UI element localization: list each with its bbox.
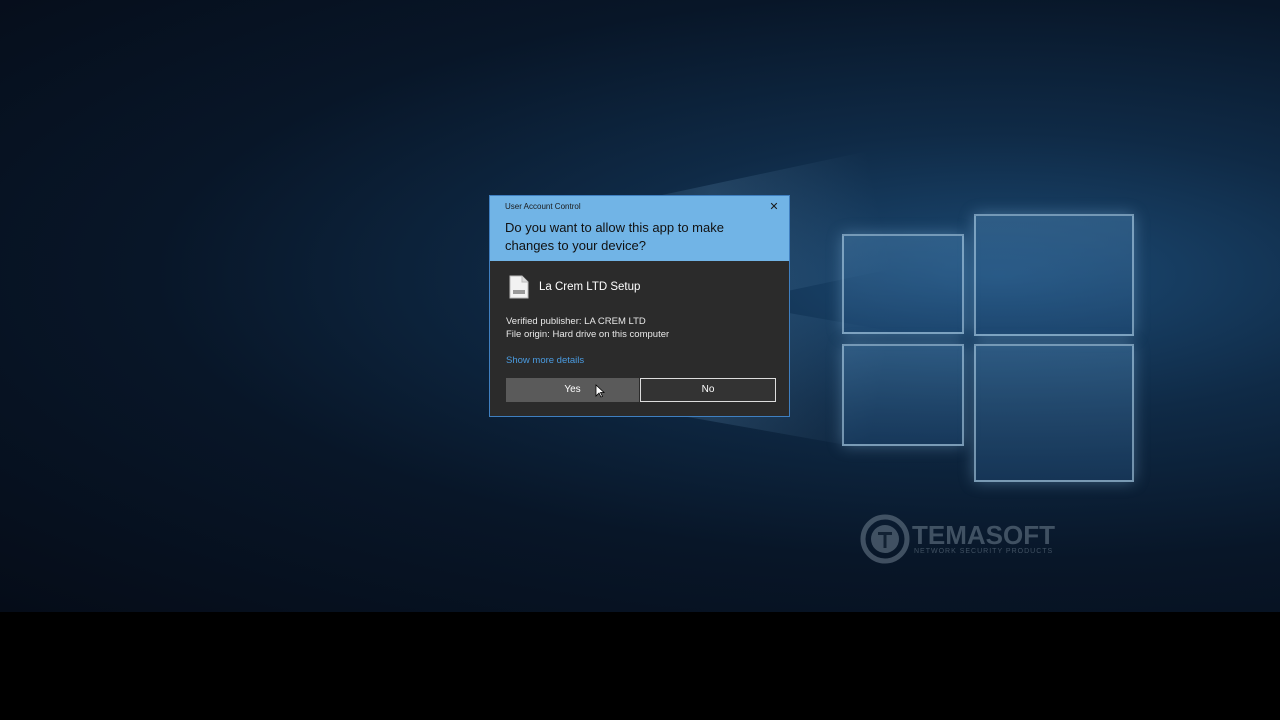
close-button[interactable]: ✕: [767, 200, 781, 214]
file-origin: File origin: Hard drive on this computer: [506, 329, 670, 340]
logo-pane: [974, 214, 1134, 336]
uac-dialog: User Account Control ✕ Do you want to al…: [489, 195, 790, 417]
logo-pane: [842, 234, 964, 334]
logo-pane: [842, 344, 964, 446]
logo-pane: [974, 344, 1134, 482]
uac-header: User Account Control ✕ Do you want to al…: [490, 196, 789, 261]
letterbox-bar: [0, 612, 1280, 720]
no-button[interactable]: No: [640, 378, 776, 402]
watermark-tagline: NETWORK SECURITY PRODUCTS: [914, 548, 1054, 555]
windows-logo: [838, 190, 1138, 490]
close-icon: ✕: [769, 201, 779, 213]
mouse-cursor-icon: [595, 384, 605, 398]
app-name: La Crem LTD Setup: [539, 281, 641, 293]
watermark-brand: TEMASOFT: [912, 520, 1055, 550]
show-more-details-link[interactable]: Show more details: [506, 355, 584, 366]
window-title: User Account Control: [505, 202, 581, 211]
installer-file-icon: [509, 275, 529, 299]
verified-publisher: Verified publisher: LA CREM LTD: [506, 316, 646, 327]
uac-body: La Crem LTD Setup Verified publisher: LA…: [490, 261, 789, 417]
yes-button[interactable]: Yes: [506, 378, 639, 402]
publisher-info: Verified publisher: LA CREM LTD File ori…: [506, 315, 669, 341]
uac-question: Do you want to allow this app to make ch…: [505, 220, 724, 253]
temasoft-logo-icon: [860, 514, 910, 564]
temasoft-watermark: TEMASOFT NETWORK SECURITY PRODUCTS: [860, 514, 1100, 564]
